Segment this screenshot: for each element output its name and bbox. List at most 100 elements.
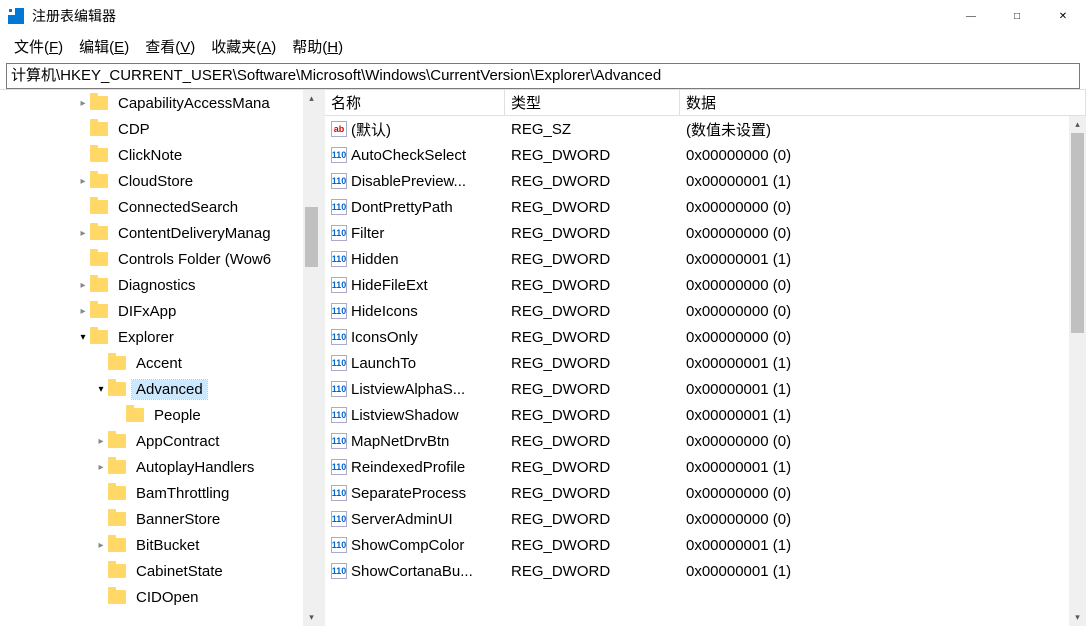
menu-help[interactable]: 帮助(H)	[286, 34, 349, 59]
chevron-right-icon[interactable]	[76, 228, 90, 239]
scroll-down-icon[interactable]: ▾	[1069, 609, 1086, 626]
tree-pane[interactable]: CapabilityAccessManaCDPClickNoteCloudSto…	[0, 90, 320, 626]
header-name[interactable]: 名称	[325, 90, 505, 115]
value-data: 0x00000000 (0)	[680, 225, 1086, 242]
value-name: ShowCortanaBu...	[351, 563, 473, 580]
chevron-right-icon[interactable]	[76, 176, 90, 187]
menu-favorites[interactable]: 收藏夹(A)	[205, 34, 282, 59]
window-controls: — □ ✕	[948, 0, 1086, 32]
tree-item[interactable]: AppContract	[0, 428, 320, 454]
chevron-right-icon[interactable]	[76, 306, 90, 317]
tree-item[interactable]: Advanced	[0, 376, 320, 402]
value-type: REG_DWORD	[505, 537, 680, 554]
tree-item[interactable]: People	[0, 402, 320, 428]
menu-edit[interactable]: 编辑(E)	[73, 34, 135, 59]
tree-item[interactable]: Accent	[0, 350, 320, 376]
list-row[interactable]: 110ServerAdminUIREG_DWORD0x00000000 (0)	[325, 506, 1086, 532]
dword-value-icon: 110	[331, 563, 347, 579]
scroll-up-icon[interactable]: ▴	[303, 90, 320, 107]
menu-file[interactable]: 文件(F)	[8, 34, 69, 59]
list-row[interactable]: 110SeparateProcessREG_DWORD0x00000000 (0…	[325, 480, 1086, 506]
list-row[interactable]: ab(默认)REG_SZ(数值未设置)	[325, 116, 1086, 142]
list-scrollbar[interactable]: ▴ ▾	[1069, 116, 1086, 626]
chevron-right-icon[interactable]	[94, 436, 108, 447]
tree-item[interactable]: BannerStore	[0, 506, 320, 532]
tree-item[interactable]: DIFxApp	[0, 298, 320, 324]
tree-item[interactable]: ConnectedSearch	[0, 194, 320, 220]
tree-item[interactable]: AutoplayHandlers	[0, 454, 320, 480]
scroll-track[interactable]	[1069, 133, 1086, 609]
chevron-right-icon[interactable]	[76, 98, 90, 109]
tree-item[interactable]: ContentDeliveryManag	[0, 220, 320, 246]
tree-scrollbar[interactable]: ▴ ▾	[303, 90, 320, 626]
menu-view[interactable]: 查看(V)	[139, 34, 201, 59]
list-pane[interactable]: 名称 类型 数据 ab(默认)REG_SZ(数值未设置)110AutoCheck…	[325, 90, 1086, 626]
list-row[interactable]: 110DisablePreview...REG_DWORD0x00000001 …	[325, 168, 1086, 194]
tree-item[interactable]: CapabilityAccessMana	[0, 90, 320, 116]
tree-item[interactable]: CDP	[0, 116, 320, 142]
list-row[interactable]: 110FilterREG_DWORD0x00000000 (0)	[325, 220, 1086, 246]
chevron-down-icon[interactable]	[94, 384, 108, 395]
value-type: REG_DWORD	[505, 407, 680, 424]
address-bar[interactable]: 计算机\HKEY_CURRENT_USER\Software\Microsoft…	[6, 63, 1080, 89]
value-type: REG_DWORD	[505, 225, 680, 242]
value-type: REG_DWORD	[505, 433, 680, 450]
chevron-right-icon[interactable]	[94, 462, 108, 473]
string-value-icon: ab	[331, 121, 347, 137]
value-type: REG_DWORD	[505, 329, 680, 346]
minimize-button[interactable]: —	[948, 0, 994, 32]
list-row[interactable]: 110ListviewAlphaS...REG_DWORD0x00000001 …	[325, 376, 1086, 402]
value-name: MapNetDrvBtn	[351, 433, 449, 450]
value-data: 0x00000000 (0)	[680, 485, 1086, 502]
tree-item[interactable]: BamThrottling	[0, 480, 320, 506]
list-row[interactable]: 110HideFileExtREG_DWORD0x00000000 (0)	[325, 272, 1086, 298]
value-data: 0x00000000 (0)	[680, 277, 1086, 294]
chevron-right-icon[interactable]	[94, 540, 108, 551]
list-row[interactable]: 110AutoCheckSelectREG_DWORD0x00000000 (0…	[325, 142, 1086, 168]
value-name: ServerAdminUI	[351, 511, 453, 528]
tree-item[interactable]: Controls Folder (Wow6	[0, 246, 320, 272]
folder-icon	[90, 304, 108, 318]
tree-item[interactable]: CloudStore	[0, 168, 320, 194]
scroll-track[interactable]	[303, 107, 320, 609]
list-row[interactable]: 110ShowCompColorREG_DWORD0x00000001 (1)	[325, 532, 1086, 558]
value-name: Filter	[351, 225, 384, 242]
maximize-button[interactable]: □	[994, 0, 1040, 32]
scroll-thumb[interactable]	[1071, 133, 1084, 333]
list-row[interactable]: 110LaunchToREG_DWORD0x00000001 (1)	[325, 350, 1086, 376]
window-title: 注册表编辑器	[32, 6, 948, 26]
dword-value-icon: 110	[331, 251, 347, 267]
list-row[interactable]: 110ShowCortanaBu...REG_DWORD0x00000001 (…	[325, 558, 1086, 584]
list-row[interactable]: 110IconsOnlyREG_DWORD0x00000000 (0)	[325, 324, 1086, 350]
titlebar[interactable]: 注册表编辑器 — □ ✕	[0, 0, 1086, 32]
header-type[interactable]: 类型	[505, 90, 680, 115]
scroll-thumb[interactable]	[305, 207, 318, 267]
folder-icon	[108, 356, 126, 370]
folder-icon	[126, 408, 144, 422]
scroll-down-icon[interactable]: ▾	[303, 609, 320, 626]
tree-item[interactable]: Explorer	[0, 324, 320, 350]
value-type: REG_SZ	[505, 121, 680, 138]
list-row[interactable]: 110ListviewShadowREG_DWORD0x00000001 (1)	[325, 402, 1086, 428]
value-type: REG_DWORD	[505, 485, 680, 502]
tree-item-label: AutoplayHandlers	[132, 458, 258, 477]
chevron-down-icon[interactable]	[76, 332, 90, 343]
tree-item-label: BamThrottling	[132, 484, 233, 503]
value-data: 0x00000001 (1)	[680, 563, 1086, 580]
list-row[interactable]: 110HiddenREG_DWORD0x00000001 (1)	[325, 246, 1086, 272]
list-row[interactable]: 110MapNetDrvBtnREG_DWORD0x00000000 (0)	[325, 428, 1086, 454]
close-button[interactable]: ✕	[1040, 0, 1086, 32]
chevron-right-icon[interactable]	[76, 280, 90, 291]
list-row[interactable]: 110HideIconsREG_DWORD0x00000000 (0)	[325, 298, 1086, 324]
dword-value-icon: 110	[331, 407, 347, 423]
scroll-up-icon[interactable]: ▴	[1069, 116, 1086, 133]
tree-item[interactable]: CabinetState	[0, 558, 320, 584]
list-row[interactable]: 110ReindexedProfileREG_DWORD0x00000001 (…	[325, 454, 1086, 480]
tree-item[interactable]: ClickNote	[0, 142, 320, 168]
header-data[interactable]: 数据	[680, 90, 1086, 115]
tree-item[interactable]: Diagnostics	[0, 272, 320, 298]
tree-item[interactable]: CIDOpen	[0, 584, 320, 610]
list-row[interactable]: 110DontPrettyPathREG_DWORD0x00000000 (0)	[325, 194, 1086, 220]
menubar: 文件(F) 编辑(E) 查看(V) 收藏夹(A) 帮助(H)	[0, 32, 1086, 63]
tree-item[interactable]: BitBucket	[0, 532, 320, 558]
